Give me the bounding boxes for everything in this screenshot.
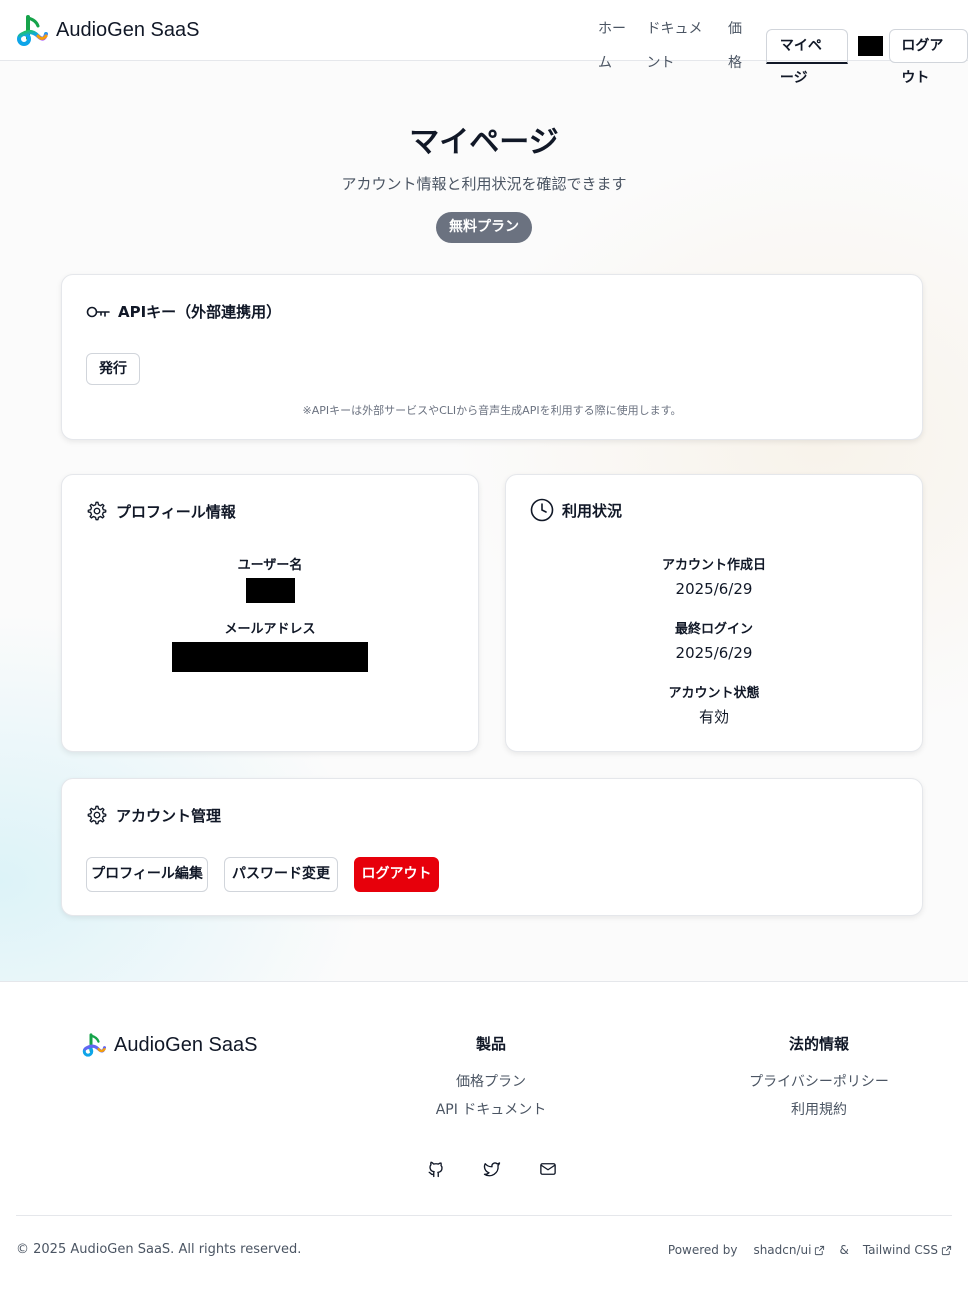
account-status-value: 有効	[698, 708, 729, 726]
user-name-redacted	[858, 36, 884, 56]
account-management-header: アカウント管理	[86, 804, 221, 826]
top-navbar: AudioGen SaaS ホーム ドキュメント 価格 マイページ ログアウト	[0, 0, 968, 86]
edit-profile-button[interactable]: プロフィール編集	[86, 857, 208, 892]
usage-card-title: 利用状況	[562, 501, 623, 520]
nav-docs-link[interactable]: ドキュメント	[646, 12, 712, 80]
created-date-field: アカウント作成日 2025/6/29	[506, 557, 922, 600]
nav-pricing-link[interactable]: 価格	[728, 12, 750, 80]
username-label: ユーザー名	[237, 558, 303, 573]
ampersand: &	[839, 1243, 849, 1257]
shadcn-link-label: shadcn/ui	[753, 1243, 812, 1257]
header-logout-button[interactable]: ログアウト	[889, 29, 968, 86]
email-value-redacted	[172, 642, 368, 672]
account-management-title: アカウント管理	[116, 806, 222, 825]
api-key-card: APIキー（外部連携用） 発行 ※APIキーは外部サービスやCLIから音声生成A…	[61, 274, 923, 440]
clock-icon	[530, 498, 554, 522]
github-icon[interactable]	[427, 1160, 445, 1178]
brand-logo[interactable]: AudioGen SaaS	[16, 14, 199, 47]
footer-legal-column: 法的情報 プライバシーポリシー 利用規約	[719, 1034, 919, 1124]
footer-product-column: 製品 価格プラン API ドキュメント	[391, 1034, 591, 1124]
nav-home-link[interactable]: ホーム	[598, 12, 630, 80]
page-title: マイページ	[409, 125, 559, 160]
gear-icon	[87, 805, 107, 825]
copyright-text: © 2025 AudioGen SaaS. All rights reserve…	[16, 1242, 302, 1257]
tailwind-link-label: Tailwind CSS	[862, 1243, 938, 1257]
site-footer: AudioGen SaaS 製品 価格プラン API ドキュメント 法的情報 プ…	[0, 981, 968, 1307]
usage-card: 利用状況 アカウント作成日 2025/6/29 最終ログイン 2025/6/29…	[505, 474, 923, 752]
issue-api-key-button[interactable]: 発行	[86, 353, 140, 385]
api-key-note: ※APIキーは外部サービスやCLIから音声生成APIを利用する際に使用します。	[302, 404, 682, 417]
created-date-label: アカウント作成日	[661, 558, 766, 573]
username-value-redacted	[245, 578, 295, 603]
audiogen-logo-icon	[17, 15, 48, 46]
footer-legal-heading: 法的情報	[788, 1035, 849, 1053]
brand-name: AudioGen SaaS	[56, 19, 200, 41]
footer-pricing-link[interactable]: 価格プラン	[391, 1068, 591, 1096]
account-status-field: アカウント状態 有効	[506, 685, 922, 728]
footer-brand-name: AudioGen SaaS	[114, 1033, 258, 1056]
external-link-icon	[941, 1245, 952, 1255]
external-link-icon	[815, 1245, 825, 1255]
audiogen-logo-icon	[82, 1033, 106, 1057]
main-nav: ホーム ドキュメント 価格 マイページ ログアウト	[598, 12, 968, 86]
page-hero: マイページ アカウント情報と利用状況を確認できます 無料プラン	[0, 123, 968, 243]
footer-divider	[16, 1215, 952, 1216]
email-field: メールアドレス	[62, 621, 478, 672]
last-login-field: 最終ログイン 2025/6/29	[506, 621, 922, 664]
account-management-card: アカウント管理 プロフィール編集 パスワード変更 ログアウト	[61, 778, 923, 916]
profile-card: プロフィール情報 ユーザー名 メールアドレス	[61, 474, 479, 752]
last-login-value: 2025/6/29	[675, 644, 753, 662]
email-label: メールアドレス	[224, 622, 316, 637]
footer-privacy-link[interactable]: プライバシーポリシー	[719, 1068, 919, 1096]
twitter-icon[interactable]	[483, 1160, 501, 1178]
footer-terms-link[interactable]: 利用規約	[719, 1096, 919, 1124]
key-icon	[86, 306, 110, 317]
powered-by: Powered by shadcn/ui & Tailwind CSS	[668, 1243, 952, 1257]
footer-brand-logo[interactable]: AudioGen SaaS	[82, 1032, 257, 1058]
created-date-value: 2025/6/29	[675, 580, 753, 598]
social-links	[427, 1160, 595, 1178]
footer-product-heading: 製品	[475, 1035, 506, 1053]
plan-badge: 無料プラン	[436, 212, 532, 243]
username-field: ユーザー名	[62, 557, 478, 603]
usage-card-header: 利用状況	[530, 498, 622, 522]
mail-icon[interactable]	[539, 1160, 557, 1178]
api-key-card-header: APIキー（外部連携用）	[86, 301, 281, 322]
profile-card-header: プロフィール情報	[86, 500, 236, 522]
page-subtitle: アカウント情報と利用状況を確認できます	[341, 175, 627, 193]
account-status-label: アカウント状態	[668, 686, 760, 701]
api-key-card-title: APIキー（外部連携用）	[118, 303, 282, 321]
tailwind-link[interactable]: Tailwind CSS	[863, 1243, 952, 1257]
last-login-label: 最終ログイン	[674, 622, 753, 637]
gear-icon	[87, 501, 107, 521]
footer-api-docs-link[interactable]: API ドキュメント	[391, 1096, 591, 1124]
nav-mypage-link[interactable]: マイページ	[765, 28, 849, 86]
profile-card-title: プロフィール情報	[116, 502, 236, 521]
change-password-button[interactable]: パスワード変更	[224, 857, 338, 892]
powered-by-label: Powered by	[667, 1243, 738, 1257]
shadcn-link[interactable]: shadcn/ui	[753, 1243, 825, 1257]
logout-button[interactable]: ログアウト	[354, 857, 439, 892]
